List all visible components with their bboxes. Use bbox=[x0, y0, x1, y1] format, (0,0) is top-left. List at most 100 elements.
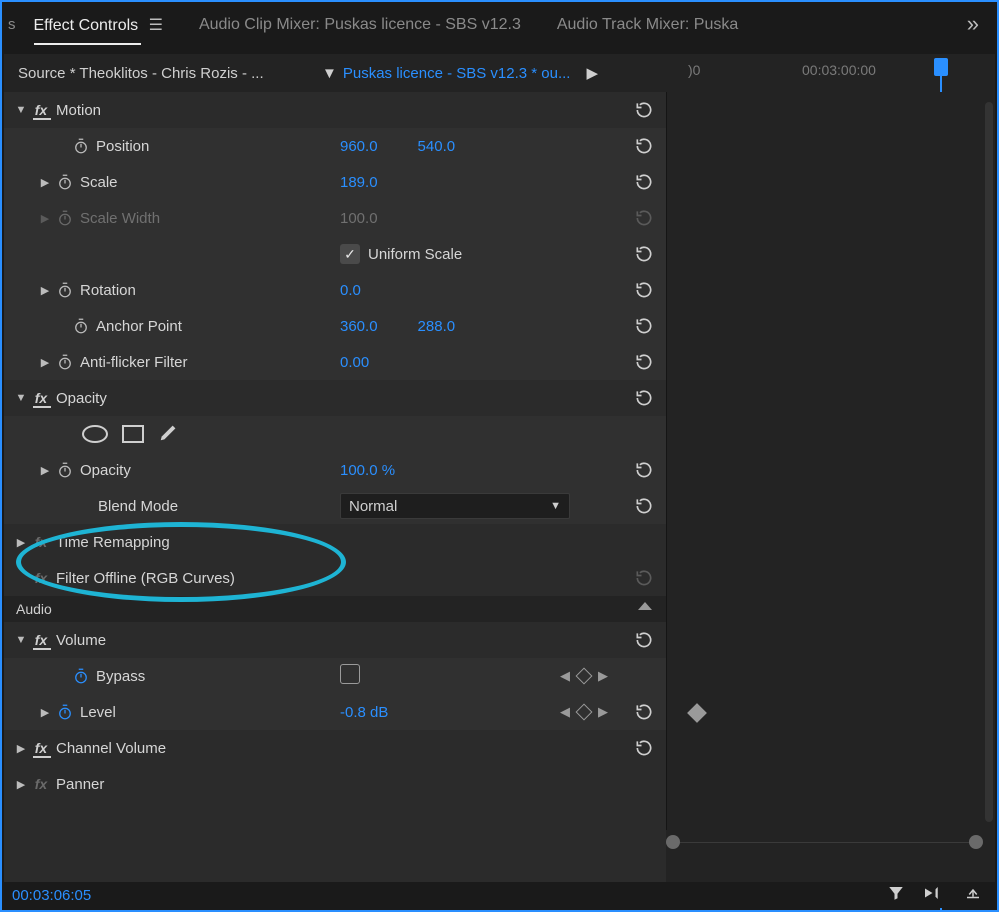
fx-badge-icon[interactable]: fx bbox=[32, 740, 50, 756]
keyframe-nav[interactable]: ◀ ▶ bbox=[560, 668, 608, 684]
mask-rectangle-icon[interactable] bbox=[122, 425, 144, 443]
filter-icon[interactable] bbox=[887, 884, 905, 906]
section-label: Audio bbox=[16, 601, 52, 617]
reset-button[interactable] bbox=[632, 628, 656, 652]
reset-button[interactable] bbox=[632, 170, 656, 194]
disclosure-icon[interactable]: ▼ bbox=[12, 101, 30, 119]
property-label: Level bbox=[80, 704, 116, 721]
disclosure-icon[interactable]: ▶ bbox=[12, 533, 30, 551]
playhead-marker[interactable] bbox=[934, 58, 948, 76]
disclosure-icon[interactable]: ▶ bbox=[12, 739, 30, 757]
stopwatch-icon[interactable] bbox=[72, 317, 90, 335]
tab-overflow-icon[interactable]: » bbox=[967, 11, 987, 37]
timeline-keyframe-area[interactable] bbox=[666, 92, 983, 882]
effect-title: Panner bbox=[56, 776, 104, 793]
stopwatch-icon[interactable] bbox=[56, 173, 74, 191]
reset-button[interactable] bbox=[632, 458, 656, 482]
opacity-mask-tools bbox=[4, 416, 666, 452]
effect-channel-volume[interactable]: ▶ fx Channel Volume bbox=[4, 730, 666, 766]
property-value[interactable]: 0.00 bbox=[340, 354, 369, 371]
stopwatch-icon[interactable] bbox=[56, 703, 74, 721]
property-blend-mode: Blend Mode Normal ▼ bbox=[4, 488, 666, 524]
keyframe-nav[interactable]: ◀ ▶ bbox=[560, 704, 608, 720]
property-value[interactable]: 360.0288.0 bbox=[340, 318, 455, 335]
fx-badge-icon[interactable]: fx bbox=[32, 632, 50, 648]
reset-button[interactable] bbox=[632, 494, 656, 518]
disclosure-icon[interactable]: ▶ bbox=[36, 703, 54, 721]
reset-button bbox=[632, 566, 656, 590]
property-value[interactable]: 960.0540.0 bbox=[340, 138, 455, 155]
play-icon[interactable]: ▶ bbox=[580, 64, 604, 82]
tab-audio-clip-mixer[interactable]: Audio Clip Mixer: Puskas licence - SBS v… bbox=[181, 6, 539, 42]
next-keyframe-icon[interactable]: ▶ bbox=[598, 704, 608, 720]
reset-button[interactable] bbox=[632, 350, 656, 374]
stopwatch-icon[interactable] bbox=[56, 461, 74, 479]
timeline-zoom-scrollbar[interactable] bbox=[666, 834, 983, 852]
property-anchor-point: Anchor Point 360.0288.0 bbox=[4, 308, 666, 344]
reset-button[interactable] bbox=[632, 386, 656, 410]
uniform-scale-checkbox[interactable]: ✓ bbox=[340, 244, 360, 264]
effect-opacity[interactable]: ▼ fx Opacity bbox=[4, 380, 666, 416]
zoom-handle-left[interactable] bbox=[666, 835, 680, 849]
section-audio[interactable]: Audio bbox=[4, 596, 666, 622]
reset-button[interactable] bbox=[632, 314, 656, 338]
add-keyframe-icon[interactable] bbox=[576, 704, 593, 721]
disclosure-icon[interactable]: ▼ bbox=[12, 389, 30, 407]
prev-keyframe-icon[interactable]: ◀ bbox=[560, 704, 570, 720]
reset-button[interactable] bbox=[632, 242, 656, 266]
property-value[interactable]: 0.0 bbox=[340, 282, 361, 299]
disclosure-icon[interactable]: ▼ bbox=[12, 631, 30, 649]
collapse-up-icon[interactable] bbox=[638, 602, 652, 610]
stopwatch-icon[interactable] bbox=[56, 281, 74, 299]
disclosure-icon[interactable]: ▶ bbox=[36, 173, 54, 191]
vertical-scrollbar[interactable] bbox=[985, 102, 993, 822]
effect-volume[interactable]: ▼ fx Volume bbox=[4, 622, 666, 658]
property-value[interactable]: 189.0 bbox=[340, 174, 378, 191]
tab-effect-controls[interactable]: Effect Controls ☰ bbox=[16, 5, 181, 43]
next-keyframe-icon[interactable]: ▶ bbox=[598, 668, 608, 684]
reset-button[interactable] bbox=[632, 736, 656, 760]
sequence-name[interactable]: Puskas licence - SBS v12.3 * ou... bbox=[343, 65, 581, 82]
fx-badge-icon[interactable]: fx bbox=[32, 534, 50, 550]
effect-filter-offline[interactable]: ▶ fx Filter Offline (RGB Curves) bbox=[4, 560, 666, 596]
panel-menu-icon[interactable]: ☰ bbox=[149, 17, 163, 34]
bypass-checkbox[interactable] bbox=[340, 664, 360, 684]
effect-panner[interactable]: ▶ fx Panner bbox=[4, 766, 666, 802]
disclosure-icon[interactable]: ▶ bbox=[36, 461, 54, 479]
play-audio-icon[interactable] bbox=[923, 884, 945, 906]
fx-badge-icon[interactable]: fx bbox=[32, 102, 50, 118]
reset-button[interactable] bbox=[632, 278, 656, 302]
export-icon[interactable] bbox=[963, 884, 983, 906]
property-position: Position 960.0540.0 bbox=[4, 128, 666, 164]
stopwatch-icon[interactable] bbox=[72, 667, 90, 685]
property-value[interactable]: -0.8 dB bbox=[340, 704, 388, 721]
sequence-dropdown-icon[interactable]: ▼ bbox=[316, 65, 343, 82]
fx-badge-icon[interactable]: fx bbox=[32, 570, 50, 586]
keyframe-icon[interactable] bbox=[687, 703, 707, 723]
mask-ellipse-icon[interactable] bbox=[82, 425, 108, 443]
zoom-handle-right[interactable] bbox=[969, 835, 983, 849]
disclosure-icon[interactable]: ▶ bbox=[36, 353, 54, 371]
mask-pen-icon[interactable] bbox=[158, 421, 180, 447]
effect-motion[interactable]: ▼ fx Motion bbox=[4, 92, 666, 128]
property-label: Anchor Point bbox=[96, 318, 182, 335]
timeline-ruler[interactable]: )0 00:03:00:00 bbox=[686, 54, 983, 92]
stopwatch-icon[interactable] bbox=[56, 353, 74, 371]
stopwatch-icon[interactable] bbox=[72, 137, 90, 155]
add-keyframe-icon[interactable] bbox=[576, 668, 593, 685]
reset-button[interactable] bbox=[632, 700, 656, 724]
reset-button[interactable] bbox=[632, 134, 656, 158]
blend-mode-select[interactable]: Normal ▼ bbox=[340, 493, 570, 519]
disclosure-icon[interactable]: ▶ bbox=[36, 281, 54, 299]
tab-truncated-left[interactable]: s bbox=[2, 16, 16, 33]
disclosure-icon[interactable]: ▶ bbox=[12, 775, 30, 793]
prev-keyframe-icon[interactable]: ◀ bbox=[560, 668, 570, 684]
reset-button[interactable] bbox=[632, 98, 656, 122]
property-value[interactable]: 100.0 % bbox=[340, 462, 395, 479]
tab-audio-track-mixer[interactable]: Audio Track Mixer: Puska bbox=[539, 6, 756, 42]
effect-title: Channel Volume bbox=[56, 740, 166, 757]
current-timecode[interactable]: 00:03:06:05 bbox=[4, 887, 91, 904]
fx-badge-icon[interactable]: fx bbox=[32, 776, 50, 792]
effect-time-remapping[interactable]: ▶ fx Time Remapping bbox=[4, 524, 666, 560]
fx-badge-icon[interactable]: fx bbox=[32, 390, 50, 406]
